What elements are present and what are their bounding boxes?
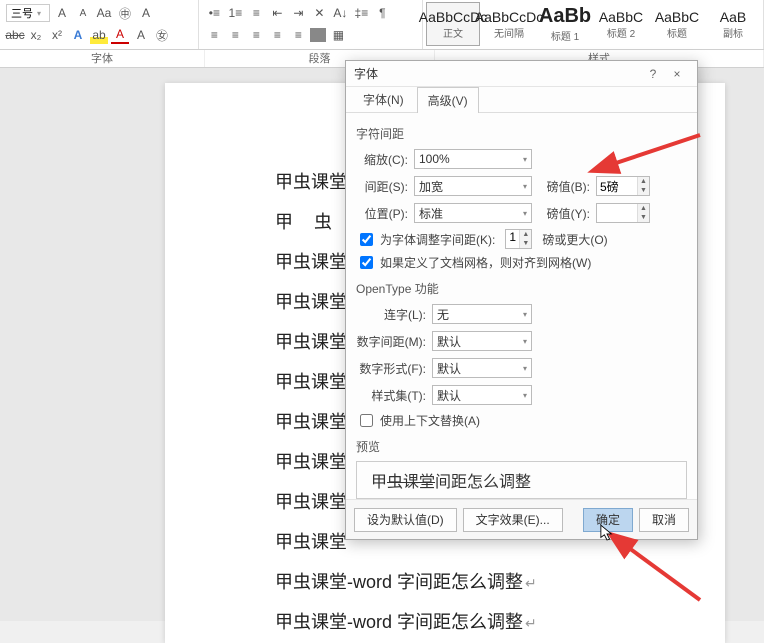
annotation-arrows [0,0,764,621]
